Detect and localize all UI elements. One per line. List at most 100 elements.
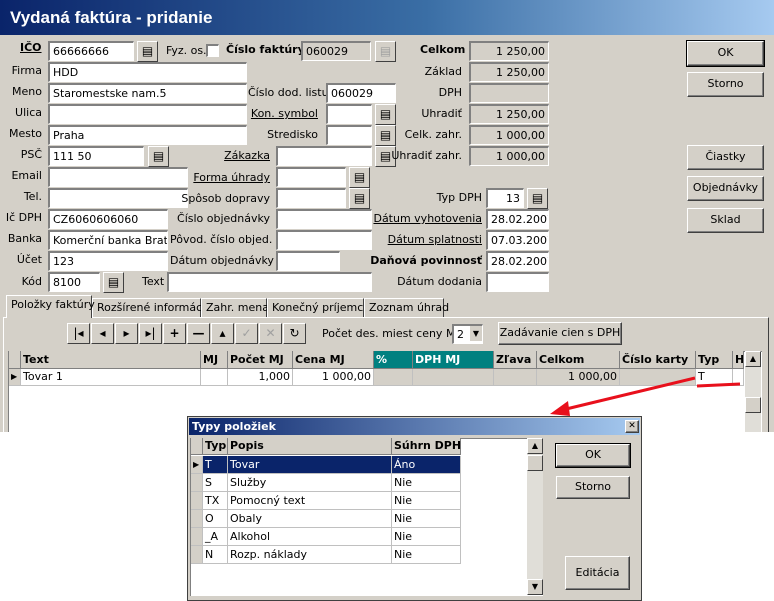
banka-field[interactable]: Komerční banka Bratisla [48,230,168,250]
last-record-button[interactable]: ▸| [139,323,162,344]
dialog-cell[interactable]: _A [203,528,228,546]
grid-header-dph[interactable]: DPH MJ [413,351,494,369]
typ-dph-field[interactable]: 13 [486,188,524,208]
delete-record-button[interactable]: — [187,323,210,344]
email-field[interactable] [48,167,188,187]
kod-lookup-button[interactable]: ▤ [103,272,124,293]
zakazka-field[interactable] [276,146,372,166]
mesto-field[interactable]: Praha [48,125,247,145]
grid-header-typ[interactable]: Typ [696,351,733,369]
grid-header-mj[interactable]: MJ [201,351,228,369]
fyz-os-checkbox[interactable] [206,44,219,57]
typ-dph-lookup-button[interactable]: ▤ [527,188,548,209]
stredisko-field[interactable] [326,125,372,145]
dialog-cell[interactable]: N [203,546,228,564]
grid-header-zlava[interactable]: Zľava [494,351,537,369]
prev-record-button[interactable]: ◂ [91,323,114,344]
dialog-cell[interactable]: Nie [392,528,461,546]
cancel-record-button[interactable]: ✕ [259,323,282,344]
grid-cell-zlava[interactable] [494,369,537,386]
ulica-field[interactable] [48,104,247,124]
dialog-cell[interactable]: Služby [228,474,392,492]
dialog-header-suhrn[interactable]: Súhrn DPH [392,438,461,455]
dialog-cell[interactable]: T [203,456,228,474]
dialog-ok-button[interactable]: OK [555,443,631,468]
obj-field[interactable] [276,209,372,229]
grid-header-cena[interactable]: Cena MJ [293,351,374,369]
dialog-cell[interactable]: Nie [392,474,461,492]
grid-header-text[interactable]: Text [21,351,201,369]
refresh-button[interactable]: ↻ [283,323,306,344]
kon-symbol-lookup-button[interactable]: ▤ [375,104,396,125]
forma-uhrady-lookup-button[interactable]: ▤ [349,167,370,188]
post-record-button[interactable]: ✓ [235,323,258,344]
sklad-button[interactable]: Sklad [687,208,764,233]
kon-symbol-field[interactable] [326,104,372,124]
dialog-cell[interactable]: Nie [392,510,461,528]
vyhotovenia-field[interactable]: 28.02.2007 [486,209,549,229]
grid-header-h[interactable]: H [733,351,744,369]
psc-lookup-button[interactable]: ▤ [148,146,169,167]
dialog-storno-button[interactable]: Storno [556,476,630,499]
next-record-button[interactable]: ▸ [115,323,138,344]
povod-field[interactable] [276,230,372,250]
dialog-cell[interactable]: Pomocný text [228,492,392,510]
scroll-up-icon[interactable]: ▲ [745,351,761,367]
dialog-scroll-down-icon[interactable]: ▼ [527,579,543,595]
grid-header-percent[interactable]: % [374,351,413,369]
meno-field[interactable]: Staromestske nam.5 [48,83,247,103]
kod-field[interactable]: 8100 [48,272,100,292]
grid-cell-dph[interactable] [413,369,494,386]
tab-zahr-mena[interactable]: Zahr. mena [201,298,269,317]
grid-cell-percent[interactable] [374,369,413,386]
tab-konecny[interactable]: Konečný príjemca [267,298,370,317]
dialog-editacia-button[interactable]: Editácia [565,556,630,590]
text-field[interactable] [167,272,372,292]
dialog-cell[interactable]: O [203,510,228,528]
dialog-cell[interactable]: S [203,474,228,492]
dialog-scroll-up-icon[interactable]: ▲ [527,438,543,454]
zadavanie-button[interactable]: Zadávanie cien s DPH [498,322,622,345]
dialog-close-button[interactable]: ✕ [625,420,639,433]
dialog-header-typ[interactable]: Typ [203,438,228,455]
doprava-lookup-button[interactable]: ▤ [349,188,370,209]
dialog-cell[interactable]: Tovar [228,456,392,474]
ok-button[interactable]: OK [686,40,765,67]
psc-field[interactable]: 111 50 [48,146,144,166]
dialog-cell[interactable]: Áno [392,456,461,474]
dialog-cell[interactable]: Alkohol [228,528,392,546]
doprava-field[interactable] [276,188,346,208]
tel-field[interactable] [48,188,188,208]
edit-record-button[interactable]: ▴ [211,323,234,344]
datum-obj-field[interactable] [276,251,340,271]
firma-field[interactable]: HDD [48,62,247,82]
dodania-field[interactable] [486,272,549,292]
ico-field[interactable]: 66666666 [48,41,134,61]
grid-cell-pocet[interactable]: 1,000 [228,369,293,386]
icdph-field[interactable]: CZ6060606060 [48,209,168,229]
povinnost-field[interactable]: 28.02.2007 [486,251,549,271]
grid-header-karta[interactable]: Číslo karty [620,351,696,369]
grid-cell-cena[interactable]: 1 000,00 [293,369,374,386]
dialog-cell[interactable]: Obaly [228,510,392,528]
forma-uhrady-field[interactable] [276,167,346,187]
dialog-header-popis[interactable]: Popis [228,438,392,455]
grid-cell-text[interactable]: Tovar 1 [21,369,201,386]
decimals-select[interactable]: 2 ▼ [452,324,483,344]
ucet-field[interactable]: 123 [48,251,168,271]
dialog-cell[interactable]: Nie [392,546,461,564]
tab-polozky[interactable]: Položky faktúry [6,295,95,318]
ico-lookup-button[interactable]: ▤ [137,41,158,62]
storno-button[interactable]: Storno [687,72,764,97]
ciastky-button[interactable]: Čiastky [687,145,764,170]
splatnosti-field[interactable]: 07.03.2007 [486,230,549,250]
grid-cell-mj[interactable] [201,369,228,386]
tab-zoznam-uhrad[interactable]: Zoznam úhrad [364,298,449,317]
objednavky-button[interactable]: Objednávky [687,176,764,201]
faktura-lookup-button[interactable]: ▤ [375,41,396,62]
stredisko-lookup-button[interactable]: ▤ [375,125,396,146]
tab-rozsirene[interactable]: Rozšírené informácie [92,298,212,317]
grid-header-pocet[interactable]: Počet MJ [228,351,293,369]
dialog-cell[interactable]: Rozp. náklady [228,546,392,564]
dialog-cell[interactable]: TX [203,492,228,510]
